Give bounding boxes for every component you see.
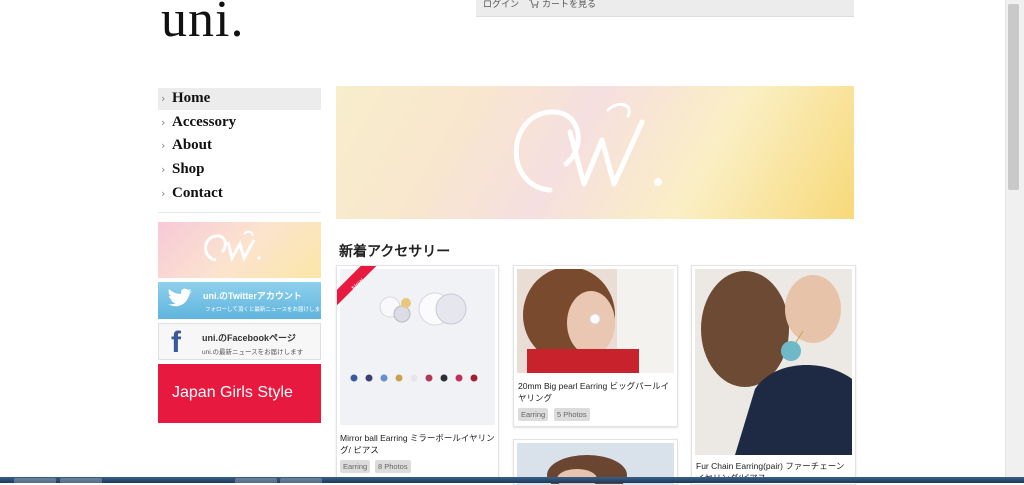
facebook-banner-subtitle: uni.の最新ニュースをお届けします	[202, 349, 304, 356]
login-link[interactable]: ログイン	[483, 0, 519, 9]
facebook-f-icon: f	[171, 326, 181, 359]
facebook-banner-title: uni.のFacebookページ	[202, 333, 296, 343]
product-image[interactable]	[517, 269, 674, 373]
product-title[interactable]: Mirror ball Earring ミラーボールイヤリング/ ピアス	[340, 432, 495, 456]
nav-item-home[interactable]: › Home	[158, 88, 321, 110]
product-tag[interactable]: Earring	[340, 460, 371, 473]
japan-girls-style-banner[interactable]: Japan Girls Style	[158, 364, 321, 423]
product-tag[interactable]: Earring	[518, 408, 549, 421]
side-banner-uni[interactable]	[158, 222, 321, 278]
taskbar-item[interactable]	[14, 478, 56, 483]
product-card[interactable]: Fur Chain Earring(pair) ファーチェーン イヤリング/ピア…	[691, 265, 856, 485]
nav-label: Shop	[172, 161, 205, 177]
taskbar-item[interactable]	[235, 478, 277, 483]
product-tag[interactable]: 8 Photos	[375, 460, 411, 473]
product-tag[interactable]: 5 Photos	[554, 408, 590, 421]
section-title: 新着アクセサリー	[339, 245, 451, 260]
new-badge: New	[337, 266, 377, 306]
nav-item-about[interactable]: › About	[158, 135, 321, 157]
nav-item-shop[interactable]: › Shop	[158, 159, 321, 181]
product-image[interactable]	[695, 269, 852, 455]
cart-icon	[529, 0, 539, 8]
cart-link[interactable]: カートを見る	[542, 0, 596, 9]
nav-label: Home	[172, 90, 211, 106]
twitter-bird-icon	[168, 288, 192, 307]
twitter-banner-title: uni.のTwitterアカウント	[203, 291, 302, 301]
taskbar-item[interactable]	[60, 478, 102, 483]
product-card[interactable]: New Mirror ball Earring ミラーボールイヤリング/ ピアス…	[336, 265, 499, 479]
site-logo[interactable]: uni.	[161, 0, 244, 46]
os-taskbar	[0, 477, 1024, 483]
twitter-banner-subtitle: フォローして頂くと最新ニュースをお届けします	[205, 307, 326, 313]
hero-banner	[336, 86, 854, 219]
nav-label: Contact	[172, 185, 223, 201]
chevron-right-icon: ›	[161, 92, 166, 105]
nav-label: Accessory	[172, 114, 237, 130]
twitter-banner[interactable]: uni.のTwitterアカウント フォローして頂くと最新ニュースをお届けします	[158, 282, 326, 319]
uni-script-logo	[204, 230, 261, 262]
uni-script-logo	[513, 102, 662, 193]
nav-divider	[158, 212, 321, 213]
taskbar-item[interactable]	[280, 478, 322, 483]
facebook-banner[interactable]: f uni.のFacebookページ uni.の最新ニュースをお届けします	[158, 323, 321, 360]
jgs-banner-label: Japan Girls Style	[172, 384, 293, 401]
chevron-right-icon: ›	[161, 187, 166, 200]
chevron-right-icon: ›	[161, 116, 166, 129]
product-card[interactable]: 20mm Big pearl Earring ビッグパールイヤリング Earri…	[513, 265, 678, 427]
nav-label: About	[172, 137, 213, 153]
chevron-right-icon: ›	[161, 163, 166, 176]
product-title[interactable]: 20mm Big pearl Earring ビッグパールイヤリング	[518, 380, 673, 404]
nav-item-accessory[interactable]: › Accessory	[158, 112, 321, 134]
nav-item-contact[interactable]: › Contact	[158, 183, 321, 205]
chevron-right-icon: ›	[161, 139, 166, 152]
scrollbar-thumb[interactable]	[1008, 4, 1019, 190]
